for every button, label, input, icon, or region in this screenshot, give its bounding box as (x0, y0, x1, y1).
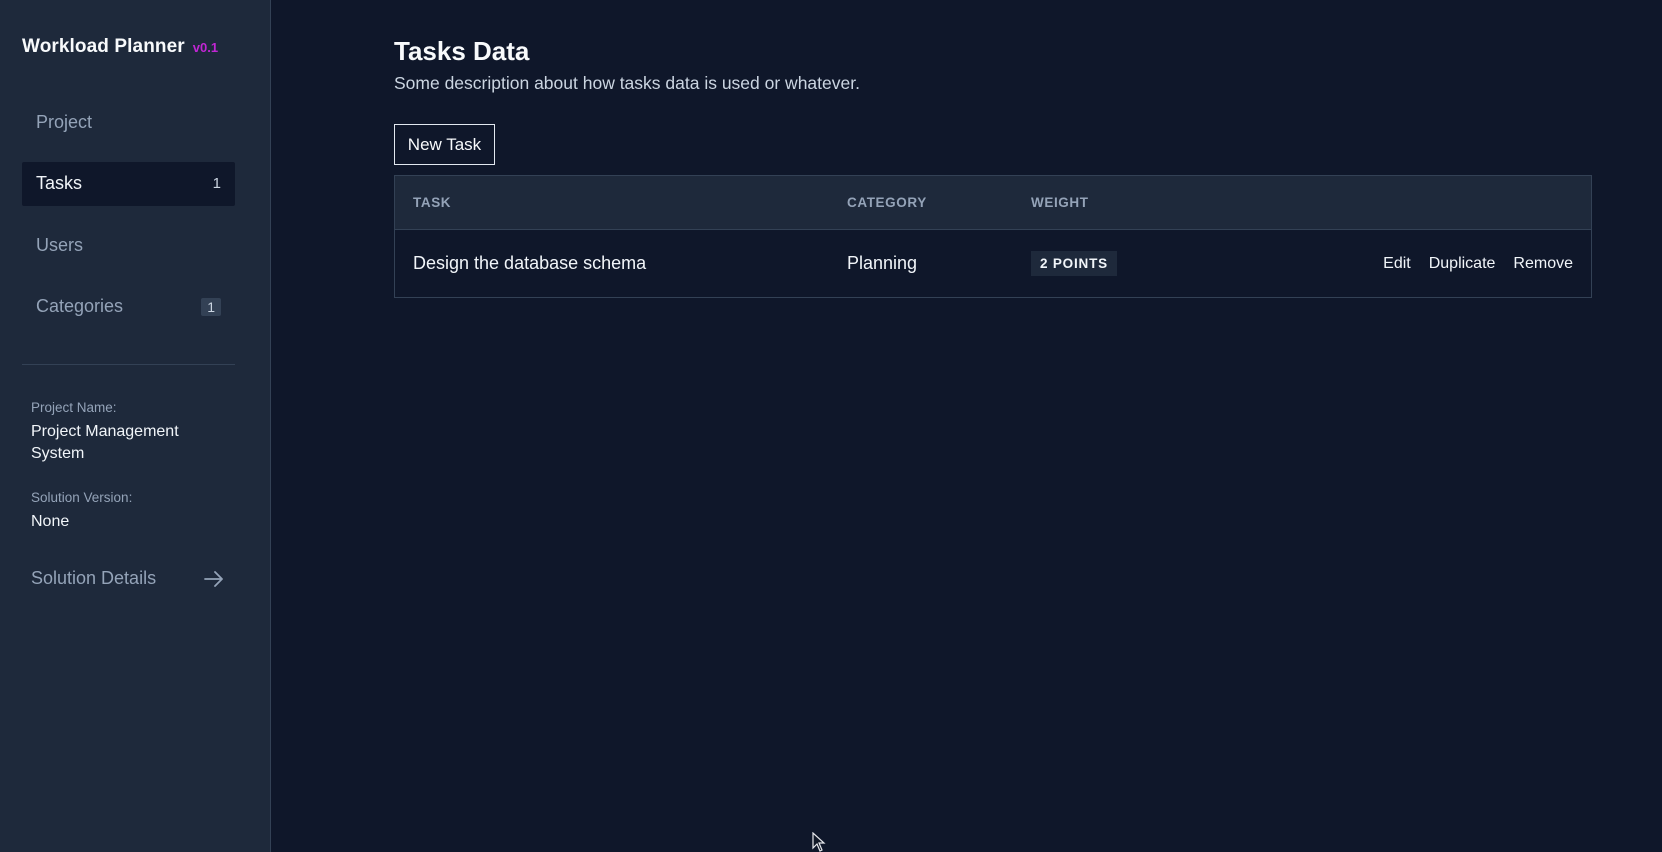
mouse-cursor-icon (812, 831, 826, 852)
table-row: Design the database schema Planning 2 PO… (395, 230, 1591, 297)
sidebar-item-label: Users (36, 234, 84, 255)
app-root: Workload Planner v0.1 Project Tasks 1 Us… (0, 0, 1662, 852)
header-task: TASK (413, 195, 452, 210)
page-title: Tasks Data (394, 36, 530, 66)
table-header: TASK CATEGORY WEIGHT (395, 176, 1591, 230)
sidebar-divider (22, 364, 235, 365)
category-cell: Planning (847, 253, 1031, 274)
project-name-value: Project Management System (31, 423, 179, 462)
weight-cell: 2 POINTS (1031, 251, 1231, 276)
sidebar-item-users[interactable]: Users (22, 223, 235, 267)
solution-version-label: Solution Version: (31, 490, 133, 505)
sidebar-item-tasks[interactable]: Tasks 1 (22, 161, 235, 206)
sidebar-nav: Project Tasks 1 Users Categories 1 (22, 100, 235, 346)
sidebar-item-categories[interactable]: Categories 1 (22, 285, 235, 329)
sidebar-item-label: Project (36, 111, 93, 132)
arrow-right-icon (204, 570, 224, 587)
edit-button[interactable]: Edit (1383, 255, 1411, 273)
task-cell: Design the database schema (395, 253, 847, 274)
project-name-block: Project Name: Project Management System (31, 400, 231, 465)
app-version: v0.1 (192, 40, 219, 55)
header-weight: WEIGHT (1031, 195, 1089, 210)
solution-version-block: Solution Version: None (31, 490, 231, 533)
sidebar-item-project[interactable]: Project (22, 100, 235, 144)
solution-details-link[interactable]: Solution Details (31, 568, 224, 589)
category-name: Planning (847, 253, 918, 273)
task-name: Design the database schema (413, 253, 647, 273)
header-category: CATEGORY (847, 195, 927, 210)
categories-count-badge: 1 (201, 297, 221, 316)
tasks-table: TASK CATEGORY WEIGHT Design the database… (394, 175, 1592, 298)
weight-badge: 2 POINTS (1031, 251, 1117, 276)
solution-details-label: Solution Details (31, 568, 157, 588)
remove-button[interactable]: Remove (1513, 255, 1573, 273)
sidebar: Workload Planner v0.1 Project Tasks 1 Us… (0, 0, 271, 852)
actions-cell: Edit Duplicate Remove (1231, 255, 1591, 273)
brand: Workload Planner v0.1 (22, 36, 218, 58)
project-name-label: Project Name: (31, 400, 117, 415)
sidebar-item-label: Categories (36, 296, 124, 316)
sidebar-item-label: Tasks (36, 173, 83, 193)
app-name: Workload Planner (22, 36, 185, 57)
main-content: Tasks Data Some description about how ta… (271, 0, 1662, 852)
tasks-count-badge: 1 (212, 175, 221, 192)
duplicate-button[interactable]: Duplicate (1429, 255, 1496, 273)
solution-version-value: None (31, 513, 70, 530)
new-task-button[interactable]: New Task (394, 124, 495, 165)
page-description: Some description about how tasks data is… (394, 73, 860, 93)
